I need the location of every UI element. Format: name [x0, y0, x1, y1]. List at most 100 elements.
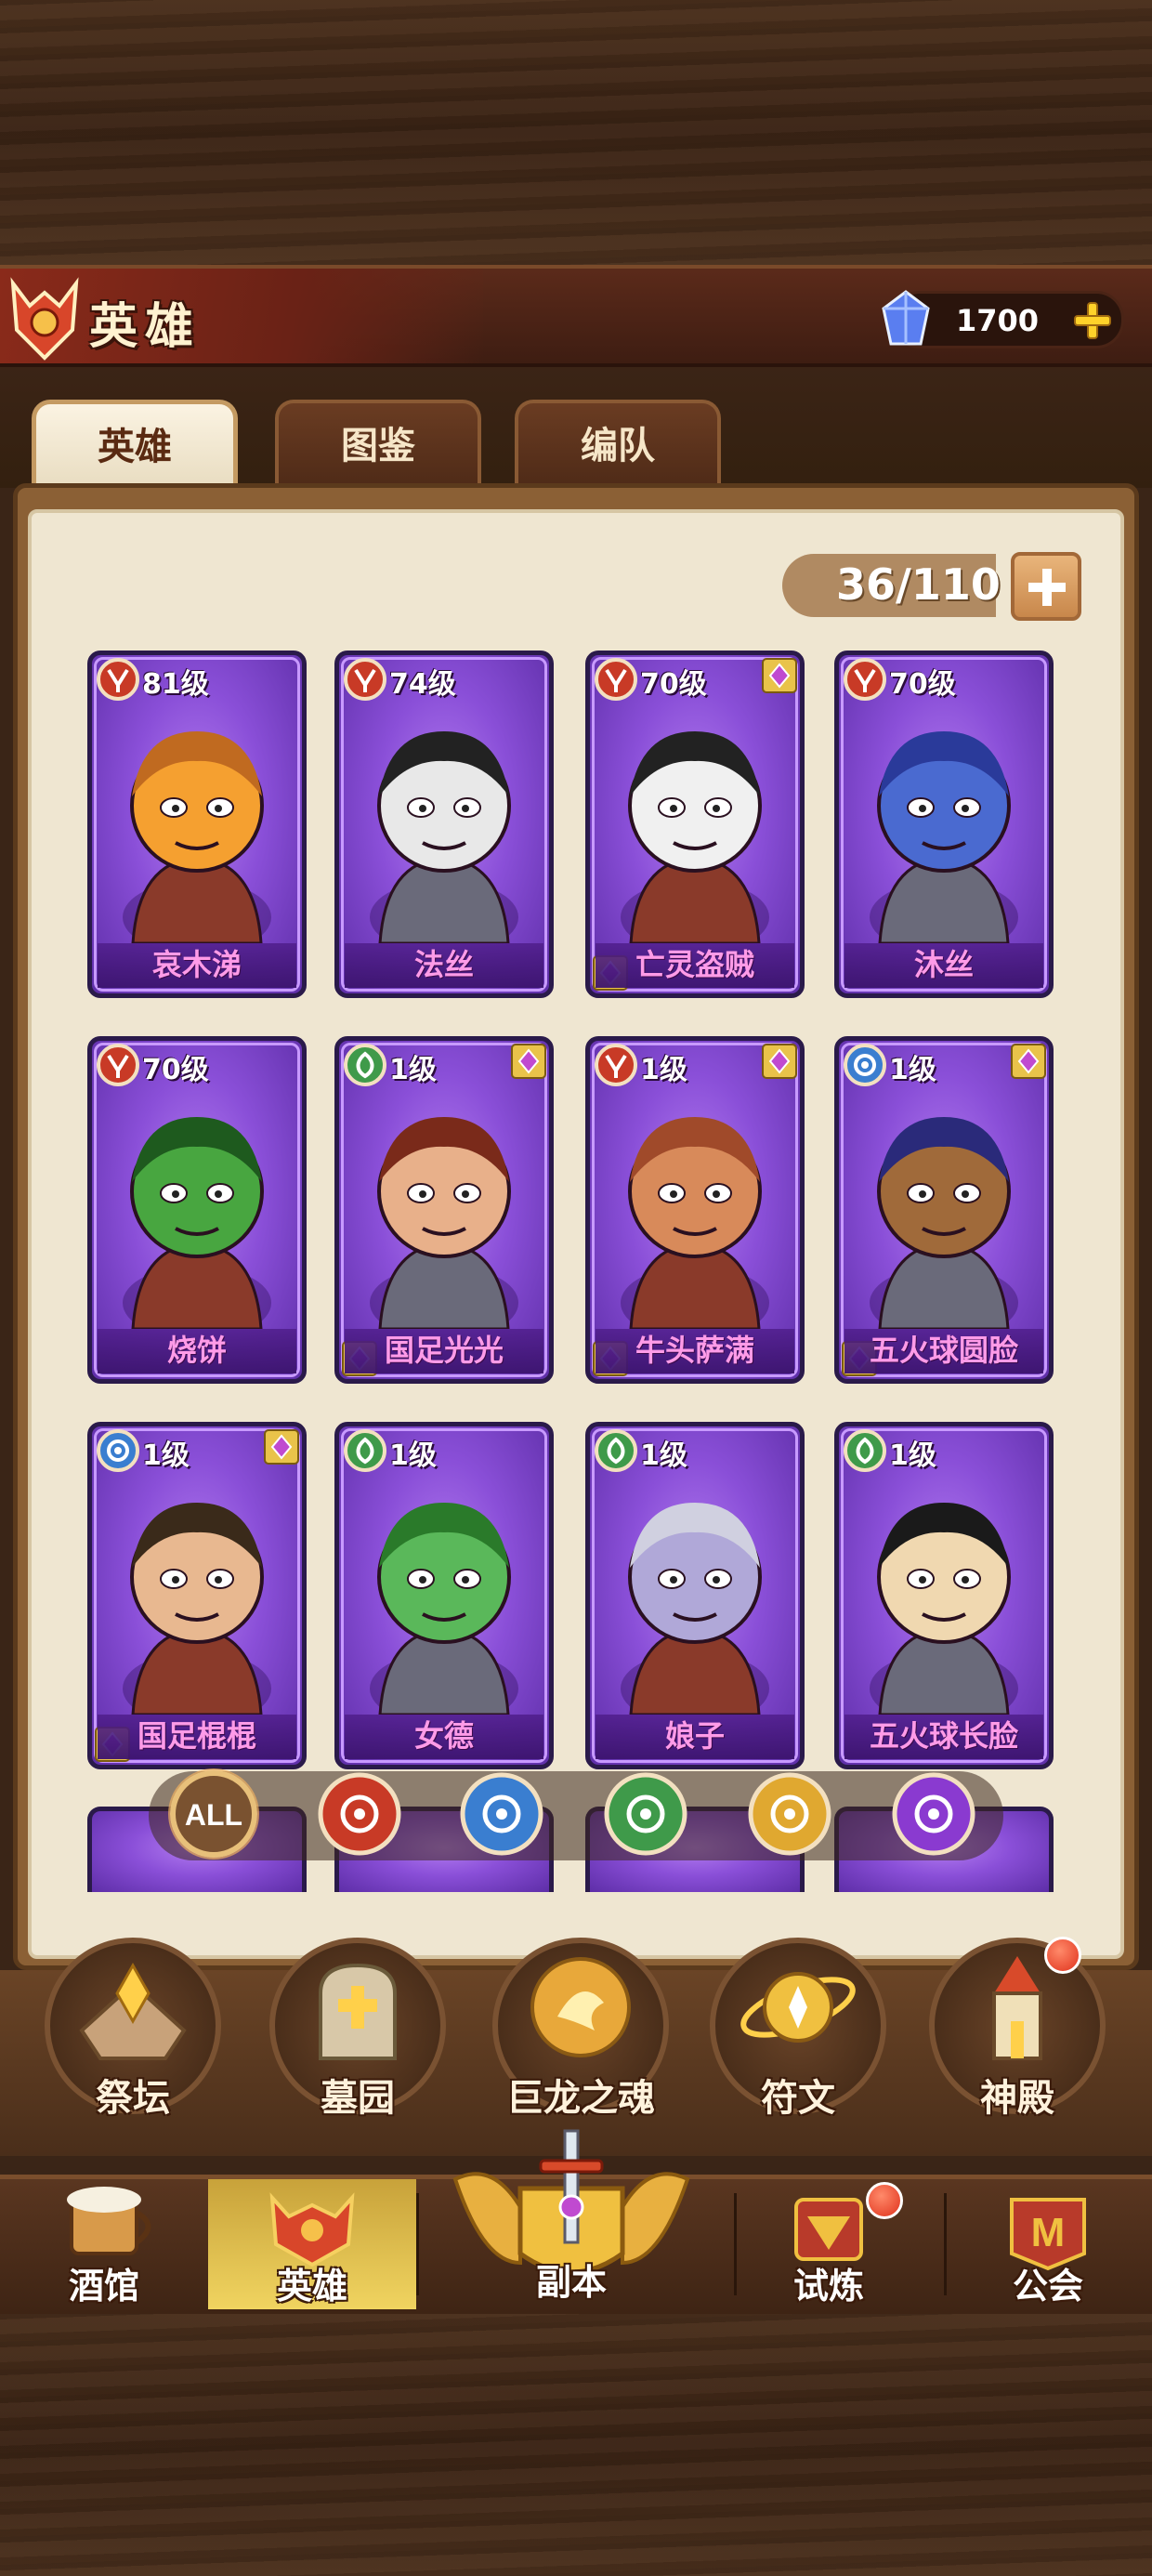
hero-name: 五火球圆脸 [844, 1329, 1043, 1373]
eye-faction-filter-button[interactable] [887, 1768, 980, 1860]
hero-name: 娘子 [596, 1715, 794, 1759]
tab-heroes[interactable]: 英雄 [32, 400, 238, 489]
submenu-tombstone-button[interactable]: 墓园 [269, 1938, 446, 2151]
rare-gem-corner-icon [762, 1044, 797, 1079]
hero-level: 1级 [640, 1439, 687, 1472]
red-faction-icon [97, 658, 139, 701]
tab-codex[interactable]: 图鉴 [275, 400, 481, 489]
hero-card[interactable]: 1级 女德 [334, 1422, 554, 1769]
hero-level: 70级 [142, 1054, 209, 1086]
hero-portrait [621, 731, 769, 943]
hero-name: 亡灵盗贼 [596, 943, 794, 988]
nav-dungeon-button[interactable]: 副本 [437, 2123, 706, 2314]
nav-hero-helmet-button[interactable]: 英雄 [208, 2179, 416, 2309]
hero-level: 1级 [389, 1439, 437, 1472]
gem-icon [882, 290, 930, 346]
hero-level: 70级 [889, 668, 956, 701]
expand-capacity-button[interactable] [1011, 552, 1081, 621]
submenu-temple-button[interactable]: 神殿 [929, 1938, 1106, 2151]
red-faction-icon [595, 1044, 637, 1086]
gem-currency: 1700 [882, 290, 1124, 348]
all-filter-icon: ALL [168, 1768, 259, 1860]
hero-portrait [621, 1117, 769, 1329]
hero-card[interactable]: 70级 烧饼 [87, 1036, 307, 1384]
hero-portrait [870, 1503, 1018, 1715]
hero-name: 烧饼 [98, 1329, 296, 1373]
hero-card[interactable]: 1级 娘子 [585, 1422, 805, 1769]
horde-faction-icon [318, 1772, 401, 1856]
rare-gem-corner-icon [762, 658, 797, 693]
nav-tavern-button[interactable]: 酒馆 [0, 2179, 208, 2309]
nature-faction-filter-button[interactable] [599, 1768, 692, 1860]
submenu-label: 祭坛 [96, 2077, 170, 2120]
green-faction-icon [344, 1044, 386, 1086]
hero-card[interactable]: 1级 牛头萨满 [585, 1036, 805, 1384]
green-faction-icon [595, 1429, 637, 1472]
hero-level: 81级 [142, 668, 209, 701]
hero-level: 1级 [640, 1054, 687, 1086]
hero-card[interactable]: 1级 国足光光 [334, 1036, 554, 1384]
nav-label: 副本 [535, 2262, 607, 2303]
hero-level: 1级 [889, 1054, 936, 1086]
hero-portrait [370, 1503, 518, 1715]
hero-card[interactable]: 81级 哀木涕 [87, 651, 307, 998]
hero-card[interactable]: 70级 亡灵盗贼 [585, 651, 805, 998]
nav-label: 英雄 [276, 2266, 347, 2307]
hero-level: 1级 [142, 1439, 190, 1472]
hero-name: 国足光光 [345, 1329, 543, 1373]
blue-faction-icon [97, 1429, 139, 1472]
hero-card[interactable]: 1级 五火球圆脸 [834, 1036, 1054, 1384]
tab-formation[interactable]: 编队 [515, 400, 721, 489]
red-faction-icon [595, 658, 637, 701]
page-title: 英雄 [89, 299, 202, 355]
hero-card[interactable]: 1级 五火球长脸 [834, 1422, 1054, 1769]
hero-name: 国足棍棍 [98, 1715, 296, 1759]
nature-faction-icon [604, 1772, 687, 1856]
submenu-rune-button[interactable]: 符文 [710, 1938, 886, 2151]
red-faction-icon [844, 658, 886, 701]
add-gems-button[interactable] [1071, 299, 1114, 342]
hero-portrait [123, 1117, 271, 1329]
submenu-label: 墓园 [321, 2077, 395, 2120]
submenu-label: 符文 [761, 2077, 835, 2120]
filter-all-label: ALL [185, 1798, 242, 1832]
hero-level: 1级 [389, 1054, 437, 1086]
nav-label: 试炼 [792, 2266, 864, 2307]
submenu-altar-button[interactable]: 祭坛 [45, 1938, 221, 2151]
hero-portrait [870, 1117, 1018, 1329]
red-faction-icon [97, 1044, 139, 1086]
hero-portrait [123, 731, 271, 943]
nav-label: 酒馆 [68, 2266, 139, 2307]
lion-faction-filter-button[interactable] [455, 1768, 548, 1860]
hero-name: 五火球长脸 [844, 1715, 1043, 1759]
rare-gem-corner-icon [1011, 1044, 1046, 1079]
submenu-dragon-soul-button[interactable]: 巨龙之魂 [492, 1938, 669, 2151]
hero-card[interactable]: 74级 法丝 [334, 651, 554, 998]
red-faction-icon [344, 658, 386, 701]
hero-name: 女德 [345, 1715, 543, 1759]
hero-portrait [123, 1503, 271, 1715]
trial-notification-dot [866, 2182, 903, 2219]
hero-horned-helmet-icon [10, 277, 79, 361]
hero-card[interactable]: 70级 沐丝 [834, 651, 1054, 998]
nav-guild-button[interactable]: M 公会 [944, 2179, 1152, 2309]
all-filter-filter-button[interactable]: ALL [167, 1768, 260, 1860]
page-header: 英雄 1700 [0, 265, 1152, 367]
horde-faction-filter-button[interactable] [313, 1768, 406, 1860]
gem-amount: 1700 [956, 303, 1040, 338]
hero-portrait [621, 1503, 769, 1715]
submenu-label: 巨龙之魂 [506, 2077, 655, 2120]
blue-faction-icon [844, 1044, 886, 1086]
lion-faction-icon [460, 1772, 543, 1856]
eye-faction-icon [892, 1772, 975, 1856]
hero-portrait [370, 1117, 518, 1329]
hero-portrait [370, 731, 518, 943]
green-faction-icon [344, 1429, 386, 1472]
svg-text:M: M [1031, 2210, 1066, 2255]
hero-name: 沐丝 [844, 943, 1043, 988]
hero-level: 1级 [889, 1439, 936, 1472]
hero-card[interactable]: 1级 国足棍棍 [87, 1422, 307, 1769]
faction-filter-bar [149, 1771, 1003, 1860]
sun-faction-filter-button[interactable] [743, 1768, 836, 1860]
sun-faction-icon [748, 1772, 831, 1856]
